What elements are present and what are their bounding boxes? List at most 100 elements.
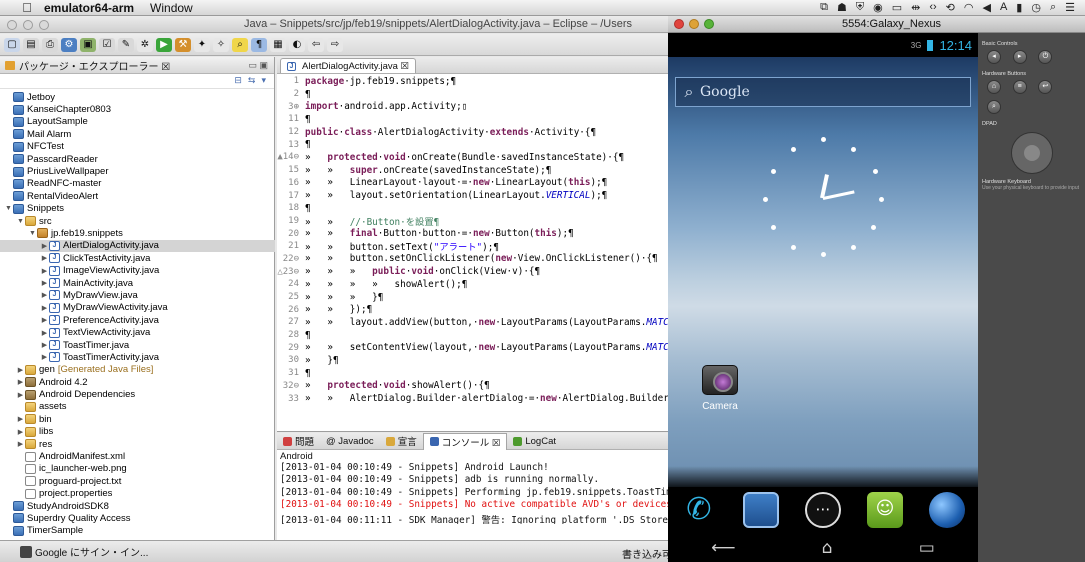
input-icon[interactable]: A <box>1000 1 1007 14</box>
camera-app-shortcut[interactable]: Camera <box>694 365 746 412</box>
phone-icon[interactable]: ✆ <box>681 492 717 528</box>
code-icon[interactable]: ‹› <box>929 1 936 14</box>
perspective-icon[interactable]: ◐ <box>289 37 305 52</box>
tree-item[interactable]: ▶ bin <box>0 413 275 425</box>
contacts-icon[interactable] <box>743 492 779 528</box>
expand-arrow-icon[interactable]: ▶ <box>40 304 49 312</box>
tab-logcat[interactable]: LogCat <box>507 433 562 450</box>
close-button[interactable] <box>7 20 17 30</box>
tab-declaration[interactable]: 宣言 <box>380 433 423 450</box>
open-type-icon[interactable]: ✧ <box>213 37 229 52</box>
messaging-icon[interactable]: ☺ <box>867 492 903 528</box>
expand-arrow-icon[interactable]: ▶ <box>40 279 49 287</box>
analog-clock-widget[interactable] <box>763 137 884 257</box>
google-signin[interactable]: Google にサイン・イン... <box>20 544 148 559</box>
tree-item[interactable]: Jetboy <box>0 91 275 103</box>
tree-item[interactable]: NFCTest <box>0 141 275 153</box>
collapse-all-icon[interactable]: ⊟ <box>234 76 242 86</box>
arrows-icon[interactable]: ⇹ <box>911 1 920 14</box>
hw-home-icon[interactable]: ⌂ <box>987 80 1001 94</box>
link-editor-icon[interactable]: ⇆ <box>248 76 256 86</box>
volume-up-icon[interactable]: ▸ <box>1012 50 1027 64</box>
nav-back-icon[interactable]: ⇦ <box>308 37 324 52</box>
list-icon[interactable]: ☰ <box>1065 1 1075 14</box>
tree-item[interactable]: KanseiChapter0803 <box>0 103 275 115</box>
android-screen[interactable]: 3G 12:14 ⌕ Google Camera ✆ ⋯ ☺ ⟵ ⌂ ▭ <box>668 33 978 562</box>
new-icon[interactable]: ▢ <box>4 37 20 52</box>
tree-item[interactable]: assets <box>0 401 275 413</box>
tree-item[interactable]: ▶ J ImageViewActivity.java <box>0 264 275 276</box>
recent-apps-icon[interactable]: ▭ <box>919 538 935 558</box>
tree-item[interactable]: StudyAndroidSDK8 <box>0 500 275 512</box>
expand-arrow-icon[interactable]: ▶ <box>16 440 25 448</box>
open-folder-icon[interactable]: ▦ <box>270 37 286 52</box>
tree-item[interactable]: ▶ J PreferenceActivity.java <box>0 314 275 326</box>
emulator-minimize-button[interactable] <box>689 19 699 29</box>
expand-arrow-icon[interactable]: ▶ <box>40 291 49 299</box>
tree-item[interactable]: LayoutSample <box>0 116 275 128</box>
home-icon[interactable]: ⌂ <box>822 538 833 558</box>
code-area[interactable]: 1 package·jp.feb19.snippets;¶ 2 ¶ 3⊕ import·a… <box>277 75 668 405</box>
tree-item[interactable]: PasscardReader <box>0 153 275 165</box>
expand-arrow-icon[interactable]: ▶ <box>40 341 49 349</box>
print-icon[interactable]: ⎙ <box>42 37 58 52</box>
tree-item[interactable]: PriusLiveWallpaper <box>0 165 275 177</box>
tree-item[interactable]: ReadNFC-master <box>0 178 275 190</box>
debug-icon[interactable]: ✲ <box>137 37 153 52</box>
minimize-maximize-icon[interactable]: ▭ ▣ <box>248 60 268 71</box>
lint-icon[interactable]: ☑ <box>99 37 115 52</box>
new-project-icon[interactable]: ✎ <box>118 37 134 52</box>
spotlight-icon[interactable]: ⌕ <box>1050 1 1056 14</box>
expand-arrow-icon[interactable]: ▶ <box>40 254 49 262</box>
google-search-bar[interactable]: ⌕ Google <box>675 77 971 107</box>
evernote-icon[interactable]: ☗ <box>837 1 847 14</box>
zoom-button[interactable] <box>39 20 49 30</box>
tree-item[interactable]: ▶ libs <box>0 426 275 438</box>
tree-item[interactable]: RentalVideoAlert <box>0 190 275 202</box>
expand-arrow-icon[interactable]: ▶ <box>16 391 25 399</box>
dpad-control[interactable] <box>1010 132 1053 174</box>
tree-item[interactable]: ▶ J MyDrawView.java <box>0 289 275 301</box>
tree-item[interactable]: AndroidManifest.xml <box>0 450 275 462</box>
run-icon[interactable]: ▶ <box>156 37 172 52</box>
time-machine-icon[interactable]: ⟲ <box>946 1 955 14</box>
new-class-icon[interactable]: ✦ <box>194 37 210 52</box>
volume-down-icon[interactable]: ◂ <box>987 50 1001 64</box>
tree-item[interactable]: ▼ Snippets <box>0 203 275 215</box>
external-tools-icon[interactable]: ⚒ <box>175 37 191 52</box>
expand-arrow-icon[interactable]: ▶ <box>40 353 49 361</box>
wifi-icon[interactable]: ◠ <box>964 1 974 14</box>
expand-arrow-icon[interactable]: ▼ <box>16 218 25 225</box>
emulator-zoom-button[interactable] <box>704 19 714 29</box>
hw-menu-icon[interactable]: ≡ <box>1012 80 1027 94</box>
tree-item[interactable]: ▶ J ClickTestActivity.java <box>0 252 275 264</box>
nav-forward-icon[interactable]: ⇨ <box>327 37 343 52</box>
tree-item[interactable]: ic_launcher-web.png <box>0 463 275 475</box>
search-tool-icon[interactable]: ⌕ <box>232 37 248 52</box>
battery-icon[interactable]: ▮ <box>1016 1 1022 14</box>
tab-javadoc[interactable]: @ Javadoc <box>320 433 380 450</box>
expand-arrow-icon[interactable]: ▼ <box>4 205 13 212</box>
browser-icon[interactable] <box>929 492 965 528</box>
tree-item[interactable]: ▶ J AlertDialogActivity.java <box>0 239 275 253</box>
tree-item[interactable]: ▼ jp.feb19.snippets <box>0 227 275 239</box>
tree-item[interactable]: proguard-project.txt <box>0 475 275 487</box>
expand-arrow-icon[interactable]: ▼ <box>28 230 37 237</box>
app-drawer-icon[interactable]: ⋯ <box>805 492 841 528</box>
tree-item[interactable]: ▶ J MyDrawViewActivity.java <box>0 302 275 314</box>
toggle-mark-icon[interactable]: ¶ <box>251 37 267 52</box>
hw-back-icon[interactable]: ↩ <box>1038 80 1053 94</box>
tab-console[interactable]: コンソール ☒ <box>422 433 508 450</box>
dropbox-icon[interactable]: ⧉ <box>820 1 828 14</box>
apple-menu-icon[interactable]:  <box>16 0 38 15</box>
expand-arrow-icon[interactable]: ▶ <box>16 415 25 423</box>
volume-icon[interactable]: ◀ <box>982 1 990 14</box>
expand-arrow-icon[interactable]: ▶ <box>40 242 49 250</box>
save-icon[interactable]: ▤ <box>23 37 39 52</box>
emulator-close-button[interactable] <box>674 19 684 29</box>
view-menu-icon[interactable]: ▾ <box>261 76 266 86</box>
back-icon[interactable]: ⟵ <box>711 538 735 558</box>
shield-icon[interactable]: ⛨ <box>856 1 864 14</box>
expand-arrow-icon[interactable]: ▶ <box>40 329 49 337</box>
tree-item[interactable]: Mail Alarm <box>0 128 275 140</box>
